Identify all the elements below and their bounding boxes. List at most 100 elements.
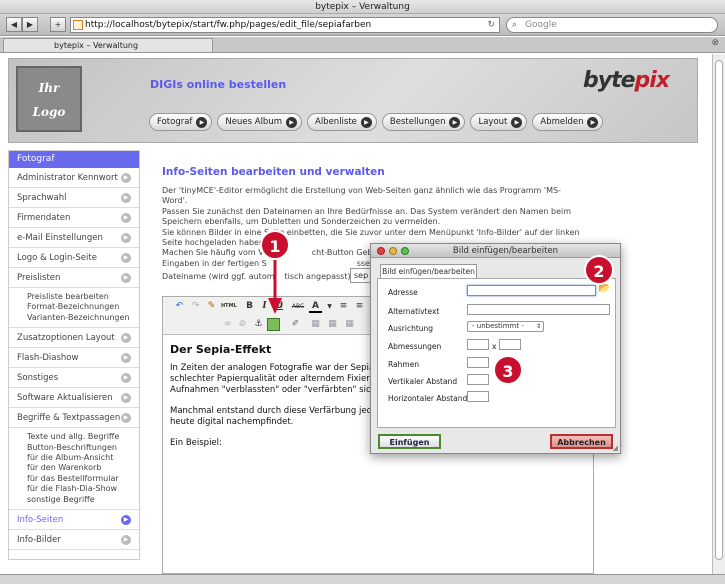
submenu-item[interactable]: Varianten-Bezeichnungen — [27, 313, 139, 323]
editor-heading[interactable]: Der Sepia-Effekt — [170, 343, 271, 356]
sidebar-item-label: e-Mail Einstellungen — [17, 233, 103, 243]
align-center-icon[interactable]: ≡ — [353, 300, 366, 313]
table-row-icon[interactable]: ▦ — [326, 318, 339, 331]
sidebar-item-sprachwahl[interactable]: Sprachwahl ▶ — [9, 188, 139, 208]
submenu-item[interactable]: Preisliste bearbeiten — [27, 292, 139, 302]
sidebar-item-software-aktualisieren[interactable]: Software Aktualisieren ▶ — [9, 388, 139, 409]
sidebar-heading[interactable]: Fotograf — [9, 151, 139, 168]
height-input[interactable] — [499, 339, 521, 350]
nav-layout[interactable]: Layout ▶ — [470, 113, 528, 131]
alt-text-input[interactable] — [467, 304, 610, 315]
unlink-icon[interactable]: ⊘ — [236, 318, 249, 331]
vertikaler-abstand-label: Vertikaler Abstand — [388, 377, 458, 386]
sidebar-item-sonstiges[interactable]: Sonstiges ▶ — [9, 368, 139, 389]
new-tab-button[interactable]: + — [50, 17, 66, 32]
url-field[interactable]: http://localhost/bytepix/start/fw.php/pa… — [70, 17, 500, 33]
rss-icon — [73, 20, 83, 30]
nav-fotograf[interactable]: Fotograf ▶ — [149, 113, 213, 131]
sidebar-item-flash-diashow[interactable]: Flash-Diashow ▶ — [9, 348, 139, 369]
scroll-thumb[interactable] — [715, 60, 723, 560]
clean-icon[interactable]: ✎ — [205, 300, 218, 313]
sidebar-item-logo-login-seite[interactable]: Logo & Login-Seite ▶ — [9, 248, 139, 268]
submenu-item[interactable]: Format-Bezeichnungen — [27, 302, 139, 312]
sidebar-item-administrator-kennwort[interactable]: Administrator Kennwort ▶ — [9, 168, 139, 188]
horizontaler-abstand-label: Horizontaler Abstand — [388, 394, 468, 403]
nav-albenliste[interactable]: Albenliste ▶ — [307, 113, 377, 131]
link-icon[interactable]: ∞ — [221, 318, 234, 331]
ausrichtung-select[interactable]: - unbestimmt - ⇕ — [467, 321, 544, 332]
horizontaler-abstand-input[interactable] — [467, 391, 489, 402]
sidebar-item-info-seiten[interactable]: Info-Seiten ▶ — [9, 510, 139, 531]
logo: Ihr Logo — [16, 66, 82, 132]
arrow-icon: ▶ — [121, 353, 131, 364]
undo-icon[interactable]: ↶ — [173, 300, 186, 313]
image-dialog: Bild einfügen/bearbeiten Bild einfügen/b… — [370, 243, 621, 454]
vertical-scrollbar[interactable] — [712, 54, 725, 574]
reload-icon[interactable]: ↻ — [487, 18, 495, 32]
rahmen-label: Rahmen — [388, 360, 420, 369]
sidebar-item-preislisten[interactable]: Preislisten ▶ — [9, 268, 139, 288]
intro-line: Machen Sie häufig vom V — [162, 248, 264, 258]
submenu-item[interactable]: Button-Beschriftungen — [27, 443, 139, 453]
image-icon[interactable] — [267, 318, 280, 331]
sidebar-item-label: Begriffe & Textpassagen — [17, 413, 121, 424]
window-title: bytepix – Verwaltung — [315, 2, 410, 12]
sidebar-item-e-mail-einstellungen[interactable]: e-Mail Einstellungen ▶ — [9, 228, 139, 248]
adresse-input[interactable] — [467, 285, 596, 296]
minimize-window-icon[interactable] — [389, 247, 397, 255]
forward-button[interactable]: ▶ — [22, 17, 38, 32]
chevron-down-icon[interactable]: ▼ — [323, 300, 336, 313]
intro-line: Eingaben in der fertigen S — [162, 258, 267, 268]
nav-bestellungen[interactable]: Bestellungen ▶ — [381, 113, 466, 131]
rahmen-input[interactable] — [467, 357, 489, 368]
sidebar-item-label: Firmendaten — [17, 213, 71, 223]
resize-grip-icon[interactable]: ◢ — [613, 444, 618, 452]
width-input[interactable] — [467, 339, 489, 350]
submenu-item[interactable]: für den Warenkorb — [27, 463, 139, 473]
sidebar-item-begriffe-textpassagen[interactable]: Begriffe & Textpassagen ▶ — [9, 408, 139, 429]
arrow-icon: ▶ — [121, 213, 131, 223]
close-window-icon[interactable] — [377, 247, 385, 255]
dialog-panel: Adresse 📂 Alternativtext Ausrichtung - u… — [377, 278, 616, 428]
arrow-icon: ▶ — [121, 393, 131, 404]
close-tab-icon[interactable]: ⊗ — [711, 38, 719, 48]
font-color-button[interactable]: A — [309, 300, 322, 313]
insert-button[interactable]: Einfügen — [378, 434, 441, 449]
preislisten-submenu: Preisliste bearbeiten Format-Bezeichnunge… — [9, 288, 139, 329]
table-col-icon[interactable]: ▦ — [343, 318, 356, 331]
align-left-icon[interactable]: ≡ — [337, 300, 350, 313]
search-field[interactable]: ⌕ Google — [506, 17, 718, 33]
arrow-icon: ▶ — [286, 116, 297, 128]
sidebar-item-zusatzoptionen-layout[interactable]: Zusatzoptionen Layout ▶ — [9, 328, 139, 349]
submenu-item[interactable]: für die Flash-Dia-Show — [27, 484, 139, 494]
html-icon[interactable]: HTML — [221, 300, 237, 313]
anchor-icon[interactable]: ⚓ — [252, 318, 265, 331]
nav-neues-album[interactable]: Neues Album ▶ — [217, 113, 302, 131]
logo-line-1: Ihr — [38, 81, 60, 95]
zoom-window-icon[interactable] — [401, 247, 409, 255]
ausrichtung-label: Ausrichtung — [388, 324, 434, 333]
tab-bytepix[interactable]: bytepix – Verwaltung — [3, 38, 213, 52]
submenu-item[interactable]: für das Bestellformular — [27, 474, 139, 484]
table-icon[interactable]: ▦ — [309, 318, 322, 331]
submenu-item[interactable]: sonstige Begriffe — [27, 495, 139, 505]
submenu-item[interactable]: Texte und allg. Begriffe — [27, 432, 139, 442]
edit-icon[interactable]: ✐ — [289, 318, 302, 331]
bold-button[interactable]: B — [243, 300, 256, 313]
brand-byte: byte — [583, 68, 636, 93]
sidebar-item-firmendaten[interactable]: Firmendaten ▶ — [9, 208, 139, 228]
redo-icon[interactable]: ↷ — [189, 300, 202, 313]
back-arrow-icon: ◀ — [10, 20, 18, 29]
submenu-item[interactable]: für die Album-Ansicht — [27, 453, 139, 463]
brand-logo: bytepix — [583, 68, 670, 93]
sidebar-item-info-bilder[interactable]: Info-Bilder ▶ — [9, 530, 139, 551]
intro-line: Speichern ebenfalls, um Dubletten und So… — [162, 217, 441, 227]
nav-label: Layout — [478, 117, 508, 127]
nav-abmelden[interactable]: Abmelden ▶ — [532, 113, 604, 131]
strikethrough-button[interactable]: ABC — [288, 300, 308, 313]
vertikaler-abstand-input[interactable] — [467, 374, 489, 385]
tab-bild-einfuegen[interactable]: Bild einfügen/bearbeiten — [380, 264, 477, 278]
search-icon: ⌕ — [512, 20, 518, 30]
back-button[interactable]: ◀ — [6, 17, 22, 32]
cancel-button[interactable]: Abbrechen — [550, 434, 613, 449]
